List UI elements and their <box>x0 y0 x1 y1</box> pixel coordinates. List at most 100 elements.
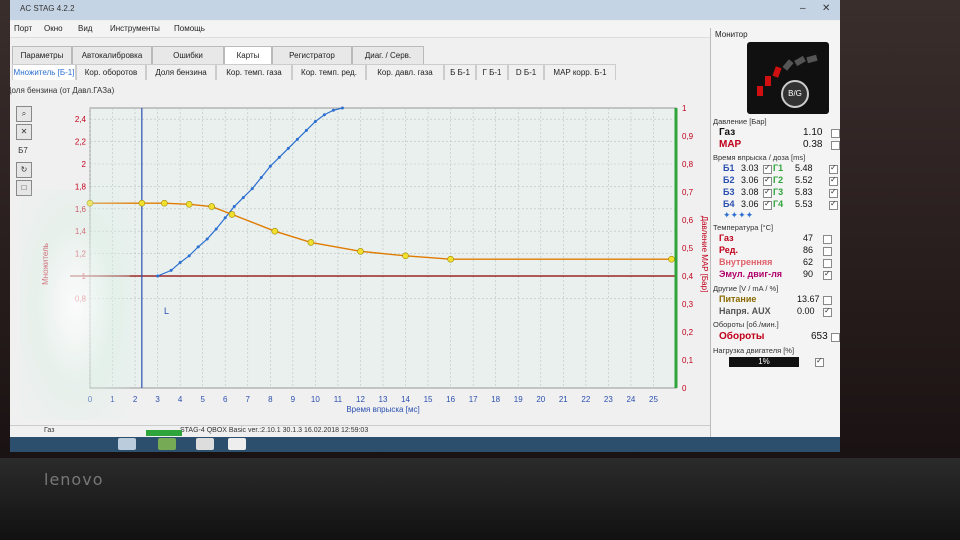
series-point-0-1 <box>138 199 146 207</box>
taskbar-folder-icon[interactable] <box>196 438 214 450</box>
scatter-point-0 <box>156 274 160 278</box>
y-left-ticks: 0,811,21,41,61,822,22,4 <box>75 115 87 303</box>
pressure-section: Давление [Бар] <box>713 117 767 126</box>
chart-svg[interactable]: 0 1 2 3 4 5 6 7 8 9 10 11 12 13 14 15 16 17 18 19 20 21 22 23 24… <box>38 104 710 422</box>
other-value-0: 13.67 <box>797 294 820 304</box>
menu-port[interactable]: Порт <box>14 24 32 33</box>
x-tick-4: 4 <box>178 395 183 404</box>
bg-switch-button[interactable]: B/G <box>781 80 809 108</box>
series-point-0-2 <box>161 199 168 207</box>
subtab-multiplier[interactable]: Множитель [Б-1] <box>12 64 76 80</box>
scatter-point-4 <box>196 245 200 249</box>
inj-g-check-3[interactable] <box>829 199 838 210</box>
y-right-tick-7: 0,7 <box>682 188 694 197</box>
temp-section: Температура [°C] <box>713 223 774 232</box>
y-right-tick-4: 0,4 <box>682 272 694 281</box>
series-point-0-9 <box>402 252 409 260</box>
temp-check-3[interactable] <box>823 269 832 280</box>
subtab-gb1[interactable]: Г Б-1 <box>476 64 508 80</box>
temp-check-2[interactable] <box>823 259 832 268</box>
inj-b-value-1: 3.06 <box>741 175 759 185</box>
inj-b-check-3[interactable] <box>763 199 772 210</box>
tab-recorder[interactable]: Регистратор <box>272 46 352 64</box>
tab-diag-service[interactable]: Диаг. / Серв. <box>352 46 424 64</box>
y-left-tick-2: 1,2 <box>75 250 87 259</box>
series-point-0-6 <box>271 227 279 235</box>
rpm-check[interactable] <box>831 333 840 342</box>
scatter-point-16 <box>304 128 308 132</box>
other-check-1[interactable] <box>823 306 832 317</box>
y-left-tick-3: 1,4 <box>75 227 87 236</box>
subtab-gas-press-corr[interactable]: Кор. давл. газа <box>366 64 444 80</box>
fuel-gauge: B/G <box>747 42 829 114</box>
monitor-panel: Монитор B/G Давление [Бар] Газ 1.10 MAP … <box>710 28 840 448</box>
y-left-tick-6: 2 <box>82 160 87 169</box>
tab-errors[interactable]: Ошибки <box>152 46 224 64</box>
subtab-petrol-share[interactable]: Доля бензина <box>146 64 216 80</box>
series-point-0-10 <box>447 255 454 263</box>
pressure-gas-value: 1.10 <box>803 127 823 138</box>
scatter-point-5 <box>205 237 209 241</box>
square-icon[interactable]: □ <box>16 180 32 196</box>
zoom-icon[interactable]: ⌕ <box>16 106 32 122</box>
b7-label: Б7 <box>18 146 28 155</box>
inj-b-check-2[interactable] <box>763 187 772 198</box>
x-tick-8: 8 <box>268 395 273 404</box>
subtab-gas-temp-corr[interactable]: Кор. темп. газа <box>216 64 292 80</box>
x-axis-label: Время впрыска [мс] <box>346 405 419 414</box>
injector-icons: ✦✦✦✦ <box>723 210 754 220</box>
chart-toolbar: ⌕ ✕ Б7 ↻ □ <box>12 106 38 196</box>
inj-b-check-0[interactable] <box>763 163 772 174</box>
subtab-map-corr[interactable]: MAP корр. Б-1 <box>544 64 616 80</box>
x-tick-13: 13 <box>379 395 388 404</box>
temp-check-1[interactable] <box>823 247 832 256</box>
tab-parameters[interactable]: Параметры <box>12 46 72 64</box>
inj-g-check-2[interactable] <box>829 187 838 198</box>
y-left-axis-label: Множитель <box>41 243 50 285</box>
subtab-db1[interactable]: D Б-1 <box>508 64 544 80</box>
menu-help[interactable]: Помощь <box>174 24 205 33</box>
temp-label-3: Эмул. двиг-ля <box>719 269 783 279</box>
other-value-1: 0.00 <box>797 306 815 316</box>
subtab-bb1[interactable]: Б Б-1 <box>444 64 476 80</box>
close-icon[interactable]: ✕ <box>822 3 830 14</box>
other-section: Другие [V / mA / %] <box>713 284 779 293</box>
inj-g-check-1[interactable] <box>829 175 838 186</box>
other-label-0: Питание <box>719 294 757 304</box>
series-point-0-3 <box>185 201 193 208</box>
monitor-title: Монитор <box>715 30 748 39</box>
taskbar-stag-icon[interactable] <box>228 438 246 450</box>
x-tick-16: 16 <box>446 395 455 404</box>
tab-maps[interactable]: Карты <box>224 46 272 64</box>
close-map-icon[interactable]: ✕ <box>16 124 32 140</box>
taskbar-app-icon[interactable] <box>158 438 176 450</box>
menu-tools[interactable]: Инструменты <box>110 24 160 33</box>
minimize-icon[interactable]: – <box>800 3 806 14</box>
pressure-map-value: 0.38 <box>803 139 823 150</box>
scatter-point-15 <box>295 137 299 141</box>
temp-check-0[interactable] <box>823 235 832 244</box>
pressure-map-label: MAP <box>719 139 742 150</box>
subtab-rpm-corr[interactable]: Кор. оборотов <box>76 64 146 80</box>
menu-window[interactable]: Окно <box>44 24 63 33</box>
inj-g-value-2: 5.83 <box>795 187 813 197</box>
inj-b-check-1[interactable] <box>763 175 772 186</box>
load-check[interactable] <box>815 356 824 367</box>
pressure-map-check[interactable] <box>831 141 840 150</box>
series-point-0-7 <box>307 239 315 246</box>
menu-view[interactable]: Вид <box>78 24 92 33</box>
other-check-0[interactable] <box>823 296 832 305</box>
refresh-icon[interactable]: ↻ <box>16 162 32 178</box>
pressure-gas-check[interactable] <box>831 129 840 138</box>
tab-autocalibration[interactable]: Автокалибровка <box>72 46 152 64</box>
y-left-tick-0: 0,8 <box>75 294 87 303</box>
inj-g-check-0[interactable] <box>829 163 838 174</box>
temp-label-0: Газ <box>719 233 734 243</box>
taskbar-explorer-icon[interactable] <box>118 438 136 450</box>
laptop-bezel <box>0 458 960 540</box>
subtab-red-temp-corr[interactable]: Кор. темп. ред. <box>292 64 366 80</box>
y-right-tick-2: 0,2 <box>682 328 694 337</box>
x-tick-3: 3 <box>155 395 160 404</box>
y-right-tick-5: 0,5 <box>682 244 694 253</box>
y-left-tick-4: 1,6 <box>75 205 87 214</box>
